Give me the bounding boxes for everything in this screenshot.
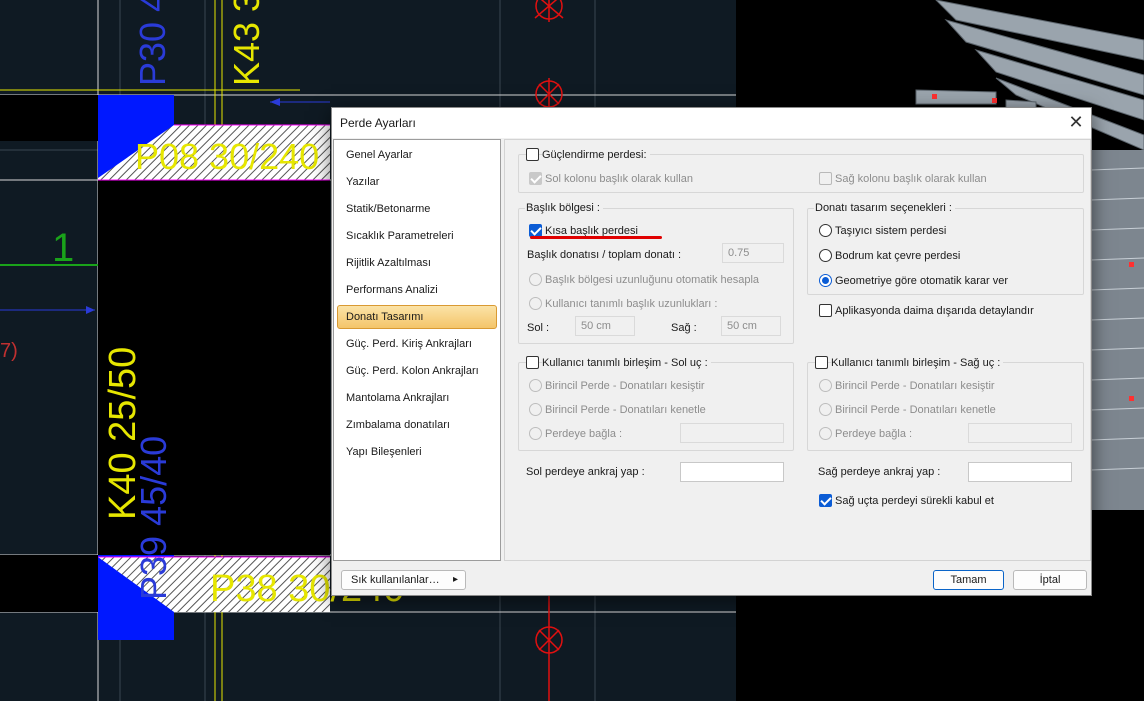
right-anchor-label: Sağ perdeye ankraj yap : <box>818 466 941 478</box>
nav-item-yapi-bilesenleri[interactable]: Yapı Bileşenleri <box>337 440 497 464</box>
left-length-input[interactable]: 50 cm <box>575 316 635 336</box>
left-connect-input[interactable] <box>680 423 784 443</box>
nav-item-guc-perd-kiris-ankrajlari[interactable]: Güç. Perd. Kiriş Ankrajları <box>337 332 497 356</box>
strengthen-checkbox[interactable] <box>526 148 539 161</box>
auto-length-radio[interactable] <box>529 273 542 286</box>
head-ratio-input[interactable]: 0.75 <box>722 243 784 263</box>
nav-item-genel-ayarlar[interactable]: Genel Ayarlar <box>337 143 497 167</box>
right-continuous-label: Sağ uçta perdeyi sürekli kabul et <box>835 495 994 507</box>
nav-item-performans-analizi[interactable]: Performans Analizi <box>337 278 497 302</box>
left-intersect-label: Birincil Perde - Donatıları kesiştir <box>545 380 705 392</box>
right-length-input[interactable]: 50 cm <box>721 316 781 336</box>
head-ratio-label: Başlık donatısı / toplam donatı : <box>527 249 682 261</box>
left-anchor-label: Sol perdeye ankraj yap : <box>526 466 645 478</box>
right-connect-radio[interactable] <box>819 427 832 440</box>
always-outside-label: Aplikasyonda daima dışarıda detaylandır <box>835 305 1034 317</box>
right-interlock-radio[interactable] <box>819 403 832 416</box>
settings-nav-list: Genel Ayarlar Yazılar Statik/Betonarme S… <box>333 139 501 561</box>
right-continuous-checkbox[interactable] <box>819 494 832 507</box>
right-interlock-label: Birincil Perde - Donatıları kenetle <box>835 404 996 416</box>
structural-wall-radio[interactable] <box>819 224 832 237</box>
auto-length-label: Başlık bölgesi uzunluğunu otomatik hesap… <box>545 274 760 286</box>
head-region-title: Başlık bölgesi : <box>525 202 603 214</box>
right-join-checkbox[interactable] <box>815 356 828 369</box>
cad-label-p08: P08 30/240 <box>135 136 320 177</box>
right-connect-label: Perdeye bağla : <box>835 428 913 440</box>
right-join-title: Kullanıcı tanımlı birleşim - Sağ uç : <box>831 357 1004 369</box>
close-icon[interactable]: ✕ <box>1065 112 1087 134</box>
perde-ayarlari-dialog: Perde Ayarları ✕ Genel Ayarlar Yazılar S… <box>331 107 1092 596</box>
nav-item-mantolama-ankrajlari[interactable]: Mantolama Ankrajları <box>337 386 497 410</box>
auto-geometry-label: Geometriye göre otomatik karar ver <box>835 275 1009 287</box>
chevron-right-icon: ▸ <box>452 574 458 585</box>
strengthen-label: Güçlendirme perdesi: <box>542 149 650 161</box>
left-intersect-radio[interactable] <box>529 379 542 392</box>
right-connect-input[interactable] <box>968 423 1072 443</box>
left-length-label: Sol : <box>527 322 550 334</box>
basement-wall-radio[interactable] <box>819 249 832 262</box>
left-connect-radio[interactable] <box>529 427 542 440</box>
nav-item-statik-betonarme[interactable]: Statik/Betonarme <box>337 197 497 221</box>
cad-label-p39: P39 45/40 <box>133 435 174 600</box>
right-length-label: Sağ : <box>671 322 697 334</box>
right-anchor-input[interactable] <box>968 462 1072 482</box>
right-column-head-label: Sağ kolonu başlık olarak kullan <box>835 173 987 185</box>
left-column-head-checkbox[interactable] <box>529 172 542 185</box>
cad-label-p30: P30 4 <box>132 0 173 86</box>
nav-item-rijitlik-azaltilmasi[interactable]: Rijitlik Azaltılması <box>337 251 497 275</box>
auto-geometry-radio[interactable] <box>819 274 832 287</box>
nav-item-zimbalama-donatilari[interactable]: Zımbalama donatıları <box>337 413 497 437</box>
frequent-settings-button[interactable]: Sık kullanılanlar… ▸ <box>341 570 466 590</box>
annotation-underline <box>530 236 662 239</box>
design-options-title: Donatı tasarım seçenekleri : <box>814 202 955 214</box>
left-column-head-label: Sol kolonu başlık olarak kullan <box>545 173 693 185</box>
nav-item-sicaklik-parametreleri[interactable]: Sıcaklık Parametreleri <box>337 224 497 248</box>
user-length-label: Kullanıcı tanımlı başlık uzunlukları : <box>545 298 718 310</box>
right-intersect-radio[interactable] <box>819 379 832 392</box>
dialog-titlebar[interactable]: Perde Ayarları ✕ <box>332 108 1091 138</box>
cancel-button[interactable]: İptal <box>1013 570 1087 590</box>
right-column-head-checkbox[interactable] <box>819 172 832 185</box>
right-intersect-label: Birincil Perde - Donatıları kesiştir <box>835 380 995 392</box>
donati-tasarimi-panel: Güçlendirme perdesi: Sol kolonu başlık o… <box>504 139 1091 561</box>
nav-item-guc-perd-kolon-ankrajlari[interactable]: Güç. Perd. Kolon Ankrajları <box>337 359 497 383</box>
cad-label-k43: K43 3 <box>226 0 267 86</box>
left-anchor-input[interactable] <box>680 462 784 482</box>
nav-item-donati-tasarimi[interactable]: Donatı Tasarımı <box>337 305 497 329</box>
left-interlock-label: Birincil Perde - Donatıları kenetle <box>545 404 706 416</box>
always-outside-checkbox[interactable] <box>819 304 832 317</box>
user-length-radio[interactable] <box>529 297 542 310</box>
frequent-settings-label: Sık kullanılanlar… <box>351 574 440 586</box>
left-connect-label: Perdeye bağla : <box>545 428 623 440</box>
ok-button[interactable]: Tamam <box>933 570 1004 590</box>
left-join-checkbox[interactable] <box>526 356 539 369</box>
left-interlock-radio[interactable] <box>529 403 542 416</box>
basement-wall-label: Bodrum kat çevre perdesi <box>835 250 961 262</box>
dialog-title: Perde Ayarları <box>340 116 416 130</box>
left-join-title: Kullanıcı tanımlı birleşim - Sol uç : <box>542 357 711 369</box>
structural-wall-label: Taşıyıcı sistem perdesi <box>835 225 947 237</box>
cad-label-axis-1: 1 <box>52 226 75 270</box>
cad-label-partial: 7) <box>0 340 18 362</box>
nav-item-yazilar[interactable]: Yazılar <box>337 170 497 194</box>
